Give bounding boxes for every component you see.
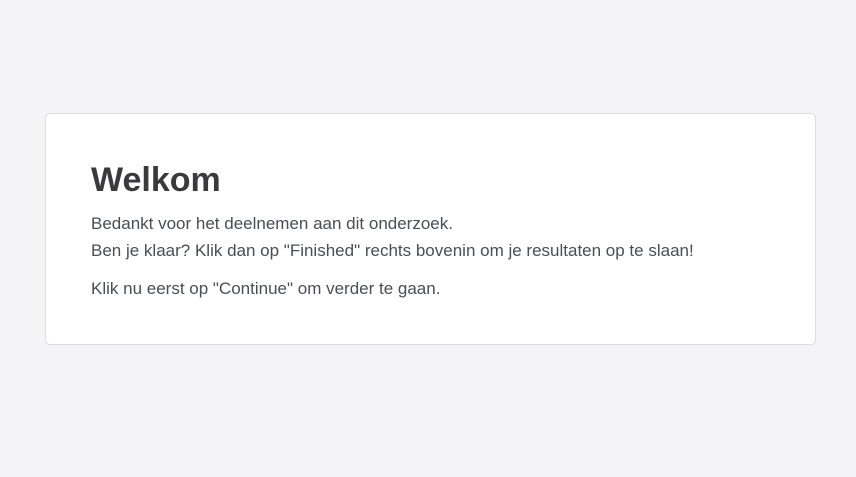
welcome-title: Welkom: [91, 161, 221, 199]
intro-line-thanks: Bedankt voor het deelnemen aan dit onder…: [91, 214, 453, 233]
continue-instruction: Klik nu eerst op "Continue" om verder te…: [91, 279, 441, 298]
intro-paragraph: Bedankt voor het deelnemen aan dit onder…: [91, 210, 694, 264]
intro-line-finished-instruction: Ben je klaar? Klik dan op "Finished" rec…: [91, 241, 694, 260]
welcome-card: Welkom Bedankt voor het deelnemen aan di…: [45, 113, 816, 345]
